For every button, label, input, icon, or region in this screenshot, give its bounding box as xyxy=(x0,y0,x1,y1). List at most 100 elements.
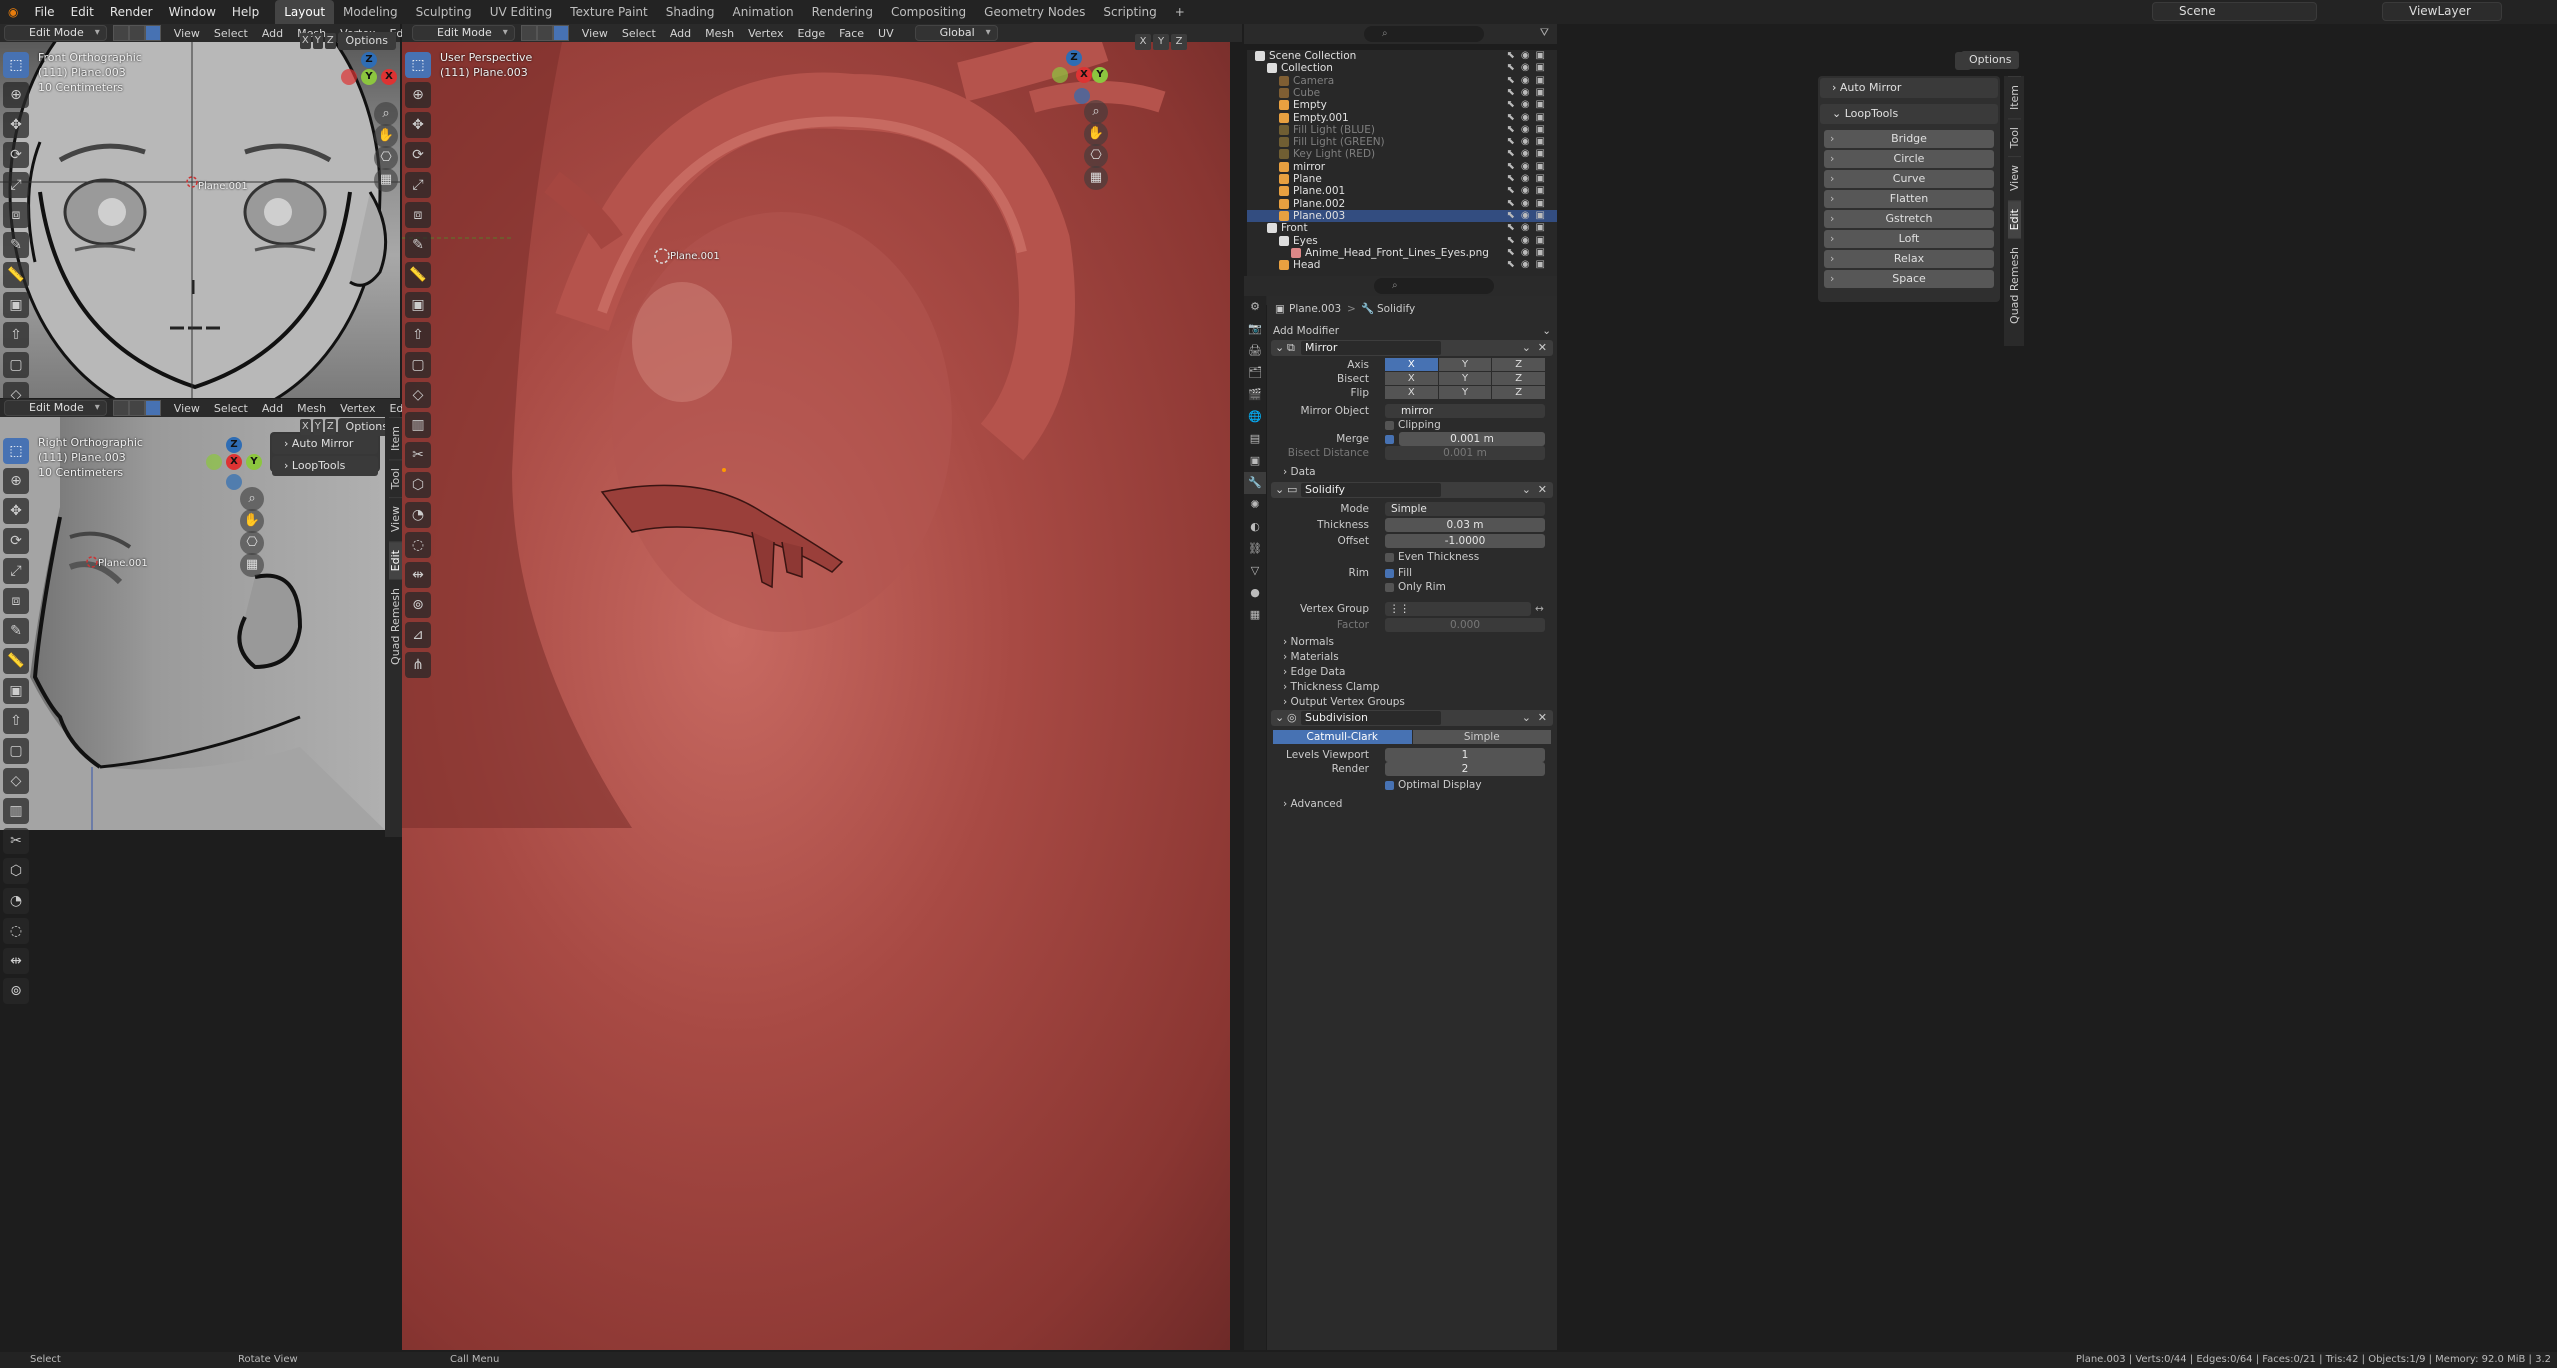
menu-help[interactable]: Help xyxy=(224,0,267,24)
factor-field[interactable]: 0.000 xyxy=(1385,618,1545,632)
front-camera-icon[interactable]: ⎔ xyxy=(374,146,398,170)
right-auto-mirror-panel[interactable]: › Auto Mirror xyxy=(272,434,378,454)
scene-selector[interactable]: Scene xyxy=(2152,2,2317,21)
visibility-toggle-icons[interactable]: ⬉◉▣ xyxy=(1506,235,1551,247)
solidify-subpanel-edge-data[interactable]: › Edge Data xyxy=(1283,666,1345,678)
move-icon[interactable]: ✥ xyxy=(3,498,29,524)
shear-icon[interactable]: ⊿ xyxy=(405,622,431,648)
mirror-object-field[interactable]: mirror xyxy=(1385,404,1545,418)
looptools-loft-button[interactable]: Loft xyxy=(1824,230,1994,248)
looptools-curve-button[interactable]: Curve xyxy=(1824,170,1994,188)
dropdown-icon[interactable]: ⌄ xyxy=(1522,340,1531,356)
dropdown-icon[interactable]: ⌄ xyxy=(1522,710,1531,726)
blender-logo-icon[interactable]: ◉ xyxy=(0,0,26,24)
object-tab-icon[interactable]: ▣ xyxy=(1244,450,1266,472)
mirror-modifier-name[interactable]: Mirror xyxy=(1301,341,1441,355)
front-gizmo-neg-x[interactable] xyxy=(341,69,357,85)
outliner-row[interactable]: Empty ⬉◉▣ xyxy=(1247,99,1557,111)
dropdown-icon[interactable]: ⌄ xyxy=(1522,482,1531,498)
solidify-modifier-name[interactable]: Solidify xyxy=(1301,483,1441,497)
front-menu-add[interactable]: Add xyxy=(255,27,290,40)
outliner-row[interactable]: Cube ⬉◉▣ xyxy=(1247,87,1557,99)
rotate-icon[interactable]: ⟳ xyxy=(3,528,29,554)
knife-icon[interactable]: ✂ xyxy=(405,442,431,468)
bisect-distance-field[interactable]: 0.001 m xyxy=(1385,446,1545,460)
front-options-button[interactable]: Options xyxy=(337,32,396,50)
select-box-icon[interactable]: ⬚ xyxy=(3,438,29,464)
smooth-icon[interactable]: ◌ xyxy=(405,532,431,558)
view-layer-tab-icon[interactable]: 🗂 xyxy=(1244,362,1266,384)
main-gizmo-neg-y[interactable] xyxy=(1052,67,1068,83)
outliner-row[interactable]: mirror ⬉◉▣ xyxy=(1247,161,1557,173)
workspace-tab-uv-editing[interactable]: UV Editing xyxy=(481,0,562,24)
main-menu-uv[interactable]: UV xyxy=(871,27,901,40)
advanced-subpanel[interactable]: › Advanced xyxy=(1283,798,1342,810)
right-grid-icon[interactable]: ▦ xyxy=(240,553,264,577)
solidify-subpanel-materials[interactable]: › Materials xyxy=(1283,651,1339,663)
outliner-row[interactable]: Plane.001 ⬉◉▣ xyxy=(1247,185,1557,197)
bevel-icon[interactable]: ◇ xyxy=(405,382,431,408)
rip-icon[interactable]: ⋔ xyxy=(405,652,431,678)
right-viewport-canvas[interactable]: Right Orthographic (111) Plane.003 10 Ce… xyxy=(0,417,385,1350)
front-mode-dropdown[interactable]: Edit Mode xyxy=(4,25,107,41)
shrink-icon[interactable]: ⊚ xyxy=(405,592,431,618)
outliner-row[interactable]: Plane.002 ⬉◉▣ xyxy=(1247,198,1557,210)
measure-icon[interactable]: 📏 xyxy=(3,262,29,288)
collapse-icon[interactable]: ⌄ xyxy=(1275,482,1284,498)
right-menu-vertex[interactable]: Vertex xyxy=(333,402,382,415)
simple-option[interactable]: Simple xyxy=(1412,730,1551,744)
select-box-icon[interactable]: ⬚ xyxy=(405,52,431,78)
main-axis-x[interactable]: X xyxy=(1135,34,1151,50)
filter-icon[interactable]: ⛛ xyxy=(1540,26,1549,40)
main-menu-mesh[interactable]: Mesh xyxy=(698,27,741,40)
scene-tab-icon[interactable]: 🎬 xyxy=(1244,384,1266,406)
visibility-toggle-icons[interactable]: ⬉◉▣ xyxy=(1506,222,1551,234)
main-gizmo-z[interactable]: Z xyxy=(1066,50,1082,66)
flip-z[interactable]: Z xyxy=(1492,386,1546,399)
loop-cut-icon[interactable]: ▥ xyxy=(3,798,29,824)
knife-icon[interactable]: ✂ xyxy=(3,828,29,854)
main-grid-icon[interactable]: ▦ xyxy=(1084,166,1108,190)
subdivision-modifier-header[interactable]: ⌄ ◎ Subdivision ✕ ⌄ xyxy=(1271,710,1553,726)
edge-slide-icon[interactable]: ⇹ xyxy=(405,562,431,588)
right-looptools-panel[interactable]: › LoopTools xyxy=(272,456,378,476)
menu-edit[interactable]: Edit xyxy=(63,0,102,24)
visibility-toggle-icons[interactable]: ⬉◉▣ xyxy=(1506,62,1551,74)
flip-y[interactable]: Y xyxy=(1438,386,1492,399)
outliner-row[interactable]: Head ⬉◉▣ xyxy=(1247,259,1557,271)
tool-tab-icon[interactable]: ⚙ xyxy=(1244,296,1266,318)
render-levels-field[interactable]: 2 xyxy=(1385,762,1545,776)
texture-tab-icon[interactable]: ▦ xyxy=(1244,604,1266,626)
main-mode-dropdown[interactable]: Edit Mode xyxy=(412,25,515,41)
cursor-icon[interactable]: ⊕ xyxy=(3,82,29,108)
workspace-tab-geometry-nodes[interactable]: Geometry Nodes xyxy=(975,0,1094,24)
transform-icon[interactable]: ⧈ xyxy=(405,202,431,228)
add-modifier-button[interactable]: Add Modifier ⌄ xyxy=(1267,324,1557,338)
visibility-toggle-icons[interactable]: ⬉◉▣ xyxy=(1506,99,1551,111)
main-axis-z[interactable]: Z xyxy=(1171,34,1187,50)
workspace-tab-animation[interactable]: Animation xyxy=(723,0,802,24)
poly-build-icon[interactable]: ⬡ xyxy=(405,472,431,498)
main-select-mode-toggle[interactable] xyxy=(520,25,569,41)
main-menu-vertex[interactable]: Vertex xyxy=(741,27,790,40)
right-axis-x[interactable]: X xyxy=(300,419,311,435)
inset-icon[interactable]: ▢ xyxy=(3,352,29,378)
inset-icon[interactable]: ▢ xyxy=(3,738,29,764)
workspace-tab-shading[interactable]: Shading xyxy=(657,0,724,24)
main-auto-mirror-panel[interactable]: › Auto Mirror xyxy=(1820,78,1998,98)
main-options-label[interactable]: Options xyxy=(1961,51,2020,69)
st-main-tab-item[interactable]: Item xyxy=(2007,76,2021,119)
right-menu-select[interactable]: Select xyxy=(207,402,255,415)
add-cube-icon[interactable]: ▣ xyxy=(405,292,431,318)
right-axis-y[interactable]: Y xyxy=(312,419,324,435)
right-gizmo-y[interactable]: Y xyxy=(246,454,262,470)
st-right-tab-tool[interactable]: Tool xyxy=(388,459,402,498)
main-menu-view[interactable]: View xyxy=(575,27,615,40)
workspace-tab-texture-paint[interactable]: Texture Paint xyxy=(561,0,656,24)
annotate-icon[interactable]: ✎ xyxy=(3,232,29,258)
solidify-modifier-header[interactable]: ⌄ ▭ Solidify ✕ ⌄ xyxy=(1271,482,1553,498)
shrink-icon[interactable]: ⊚ xyxy=(3,978,29,1004)
workspace-tab-scripting[interactable]: Scripting xyxy=(1094,0,1165,24)
front-axis-y[interactable]: Y xyxy=(312,33,324,49)
right-gizmo-z[interactable]: Z xyxy=(226,437,242,453)
